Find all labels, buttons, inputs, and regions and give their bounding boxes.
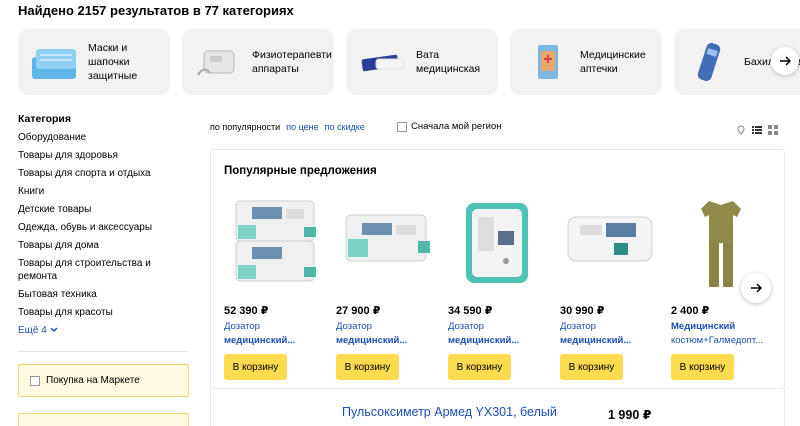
offer-title-line1[interactable]: Дозатор	[224, 321, 260, 332]
masks-icon	[32, 49, 76, 79]
physio-device-icon	[197, 50, 235, 76]
add-to-cart-button[interactable]: В корзину	[560, 354, 623, 380]
category-label: Вата медицинская	[416, 49, 481, 75]
category-card-physio[interactable]: Физиотерапевти аппараты	[182, 29, 334, 95]
sort-popularity[interactable]: по популярности	[210, 122, 280, 132]
category-carousel: Маски и шапочки защитные Физиотерапевти …	[18, 29, 800, 95]
list-view-icon[interactable]	[752, 122, 762, 134]
cotton-wool-icon	[361, 54, 405, 72]
results-title: Найдено 2157 результатов в 77 категориях	[18, 3, 294, 18]
offer-title-line2[interactable]: медицинский...	[336, 335, 431, 346]
view-switcher	[736, 122, 778, 135]
offer-title-line1[interactable]: Дозатор	[336, 321, 372, 332]
category-label: Маски и шапочки защитные	[88, 42, 138, 82]
sidebar-heading: Категория	[18, 113, 72, 125]
my-region-checkbox[interactable]	[397, 121, 407, 132]
infusion-pump-image	[567, 216, 653, 262]
category-label: Физиотерапевти аппараты	[252, 49, 332, 75]
sidebar-item-appliances[interactable]: Бытовая техника	[18, 288, 190, 301]
market-purchase-filter[interactable]: Покупка на Маркете	[18, 364, 189, 397]
add-to-cart-button[interactable]: В корзину	[336, 354, 399, 380]
offer-price: 34 590 ₽	[448, 305, 493, 317]
category-card-masks[interactable]: Маски и шапочки защитные	[18, 29, 170, 95]
map-pin-icon[interactable]	[736, 122, 746, 135]
listing-price: 1 990 ₽	[608, 408, 652, 422]
offer-price: 2 400 ₽	[671, 305, 710, 317]
sidebar-item-equipment[interactable]: Оборудование	[18, 131, 190, 144]
infusion-pump-image	[235, 200, 316, 282]
sidebar-item-kids[interactable]: Детские товары	[18, 203, 190, 216]
grid-view-icon[interactable]	[768, 122, 778, 135]
sidebar-item-clothing[interactable]: Одежда, обувь и аксессуары	[18, 221, 190, 234]
offer-price: 52 390 ₽	[224, 305, 269, 317]
sidebar-item-beauty[interactable]: Товары для красоты	[18, 306, 190, 319]
sidebar-more-label: Ещё 4	[18, 325, 47, 336]
offer-card[interactable]: 30 990 ₽ Дозатор медицинский... В корзин…	[560, 195, 665, 380]
sidebar-item-sport[interactable]: Товары для спорта и отдыха	[18, 167, 190, 180]
sidebar-item-health[interactable]: Товары для здоровья	[18, 149, 190, 162]
offer-title-line1[interactable]: Дозатор	[560, 321, 596, 332]
offer-card[interactable]: 27 900 ₽ Дозатор медицинский... В корзин…	[336, 195, 441, 380]
category-sidebar: Категория Оборудование Товары для здоров…	[18, 113, 190, 337]
product-listing-row: Пульсоксиметр Армед YX301, белый 1 990 ₽	[210, 389, 785, 426]
my-region-toggle[interactable]: Сначала мой регион	[397, 121, 502, 132]
sort-discount[interactable]: по скидке	[325, 122, 365, 132]
offers-next-button[interactable]	[741, 273, 771, 303]
sort-price[interactable]: по цене	[286, 122, 318, 132]
category-label: Медицинские аптечки	[580, 49, 646, 75]
add-to-cart-button[interactable]: В корзину	[448, 354, 511, 380]
my-region-label: Сначала мой регион	[411, 121, 502, 132]
market-purchase-label: Покупка на Маркете	[46, 375, 140, 386]
offer-card[interactable]: 52 390 ₽ Дозатор медицинский... В корзин…	[224, 195, 329, 380]
filter-box[interactable]	[18, 413, 189, 426]
infusion-pump-image	[345, 214, 430, 262]
sidebar-item-construction[interactable]: Товары для строительства и ремонта	[18, 257, 190, 283]
offer-title-line2[interactable]: медицинский...	[448, 335, 543, 346]
sidebar-divider	[18, 351, 188, 352]
popular-offers-title: Популярные предложения	[224, 165, 377, 177]
category-card-first-aid[interactable]: Медицинские аптечки	[510, 29, 662, 95]
market-purchase-checkbox[interactable]	[30, 375, 40, 386]
chevron-down-icon	[50, 327, 58, 332]
shoe-covers-icon	[697, 43, 721, 81]
offer-title-line1[interactable]: Медицинский	[671, 321, 735, 332]
offer-title-line2[interactable]: костюм+Галмедопт...	[671, 335, 766, 346]
sidebar-item-home[interactable]: Товары для дома	[18, 239, 190, 252]
offer-title-line2[interactable]: медицинский...	[560, 335, 655, 346]
sort-bar: по популярности по цене по скидке	[210, 122, 371, 132]
category-card-cotton[interactable]: Вата медицинская	[346, 29, 498, 95]
popular-offers-panel: Популярные предложения 52 390 ₽ Дозатор …	[210, 149, 785, 389]
arrow-right-icon	[751, 283, 762, 293]
first-aid-kit-icon	[538, 45, 558, 79]
offer-price: 27 900 ₽	[336, 305, 381, 317]
offer-title-line2[interactable]: медицинский...	[224, 335, 319, 346]
sidebar-more-link[interactable]: Ещё 4	[18, 324, 190, 337]
categories-next-button[interactable]	[771, 47, 799, 75]
add-to-cart-button[interactable]: В корзину	[671, 354, 734, 380]
arrow-right-icon	[780, 56, 791, 66]
offer-card[interactable]: 34 590 ₽ Дозатор медицинский... В корзин…	[448, 195, 553, 380]
offer-title-line1[interactable]: Дозатор	[448, 321, 484, 332]
sidebar-item-books[interactable]: Книги	[18, 185, 190, 198]
add-to-cart-button[interactable]: В корзину	[224, 354, 287, 380]
offer-price: 30 990 ₽	[560, 305, 605, 317]
infusion-pump-image	[466, 203, 528, 283]
listing-title[interactable]: Пульсоксиметр Армед YX301, белый	[342, 405, 557, 419]
